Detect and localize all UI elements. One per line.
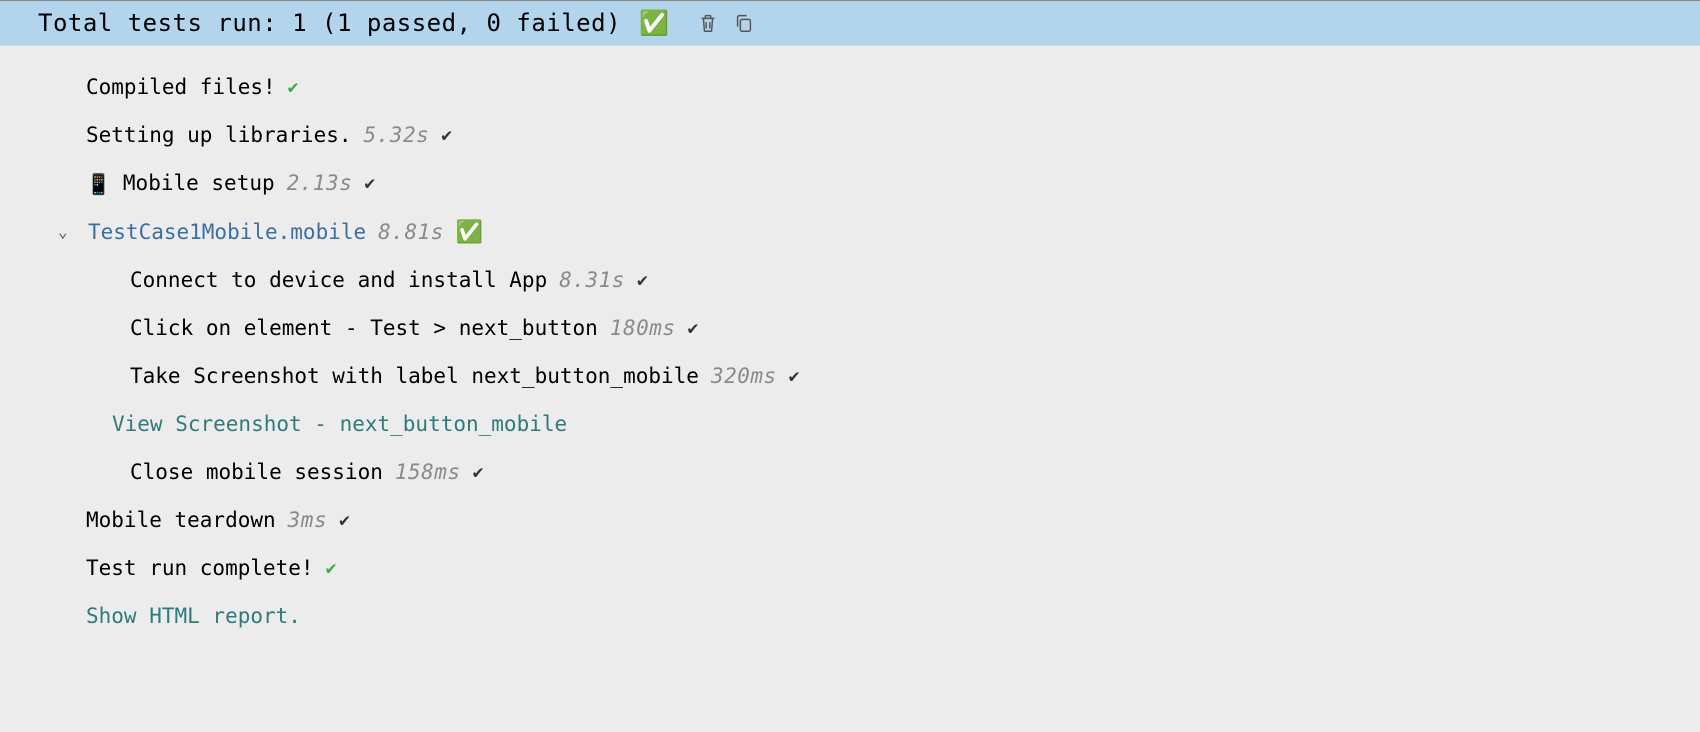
summary-header: Total tests run: 1 (1 passed, 0 failed) … [0,1,1700,46]
summary-text: Total tests run: 1 (1 passed, 0 failed) [38,9,621,37]
log-testcase-row[interactable]: ⌄ TestCase1Mobile.mobile 8.81s ✅ [20,208,1680,258]
check-icon: ✔ [288,71,299,105]
log-text: Close mobile session [130,453,383,493]
check-icon: ✔ [364,167,375,201]
time-label: 158ms [395,453,461,493]
chevron-down-icon[interactable]: ⌄ [58,217,76,247]
link-text[interactable]: View Screenshot - next_button_mobile [112,405,567,445]
mobile-icon: 📱 [86,165,111,203]
check-emoji-icon: ✅ [639,9,669,37]
log-compiled: Compiled files! ✔ [20,64,1680,112]
check-icon: ✔ [339,504,350,538]
log-text: Setting up libraries. [86,116,352,156]
log-text: Compiled files! [86,68,276,108]
time-label: 2.13s [287,164,353,204]
log-text: Click on element - Test > next_button [130,309,598,349]
log-setup-libs: Setting up libraries. 5.32s ✔ [20,112,1680,160]
time-label: 3ms [288,501,327,541]
log-step-close: Close mobile session 158ms ✔ [20,449,1680,497]
testcase-name[interactable]: TestCase1Mobile.mobile [88,213,366,253]
trash-icon[interactable] [697,11,719,35]
log-step-connect: Connect to device and install App 8.31s … [20,257,1680,305]
time-label: 180ms [610,309,676,349]
view-screenshot-link[interactable]: View Screenshot - next_button_mobile [20,401,1680,449]
check-icon: ✔ [441,119,452,153]
check-icon: ✔ [326,552,337,586]
log-text: Test run complete! [86,549,314,589]
show-report-link[interactable]: Show HTML report. [20,593,1680,641]
log-step-screenshot: Take Screenshot with label next_button_m… [20,353,1680,401]
log-complete: Test run complete! ✔ [20,545,1680,593]
check-icon: ✔ [789,360,800,394]
time-label: 8.81s [378,213,444,253]
time-label: 5.32s [364,116,430,156]
check-emoji-icon: ✅ [456,212,483,254]
link-text[interactable]: Show HTML report. [86,597,301,637]
time-label: 8.31s [559,261,625,301]
log-step-click: Click on element - Test > next_button 18… [20,305,1680,353]
log-text: Mobile setup [123,164,275,204]
log-teardown: Mobile teardown 3ms ✔ [20,497,1680,545]
log-text: Connect to device and install App [130,261,547,301]
copy-icon[interactable] [733,11,755,35]
header-actions [697,11,755,35]
check-icon: ✔ [473,456,484,490]
log-text: Mobile teardown [86,501,276,541]
time-label: 320ms [711,357,777,397]
check-icon: ✔ [688,312,699,346]
check-icon: ✔ [637,264,648,298]
log-text: Take Screenshot with label next_button_m… [130,357,699,397]
log-output: Compiled files! ✔ Setting up libraries. … [0,46,1700,659]
log-mobile-setup: 📱 Mobile setup 2.13s ✔ [20,160,1680,208]
